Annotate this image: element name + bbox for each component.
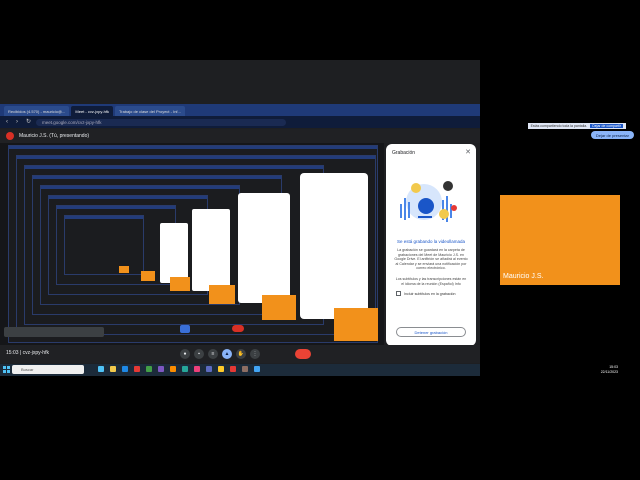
share-notice: Estás compartiendo toda la pantalla. Dej… — [527, 123, 626, 129]
camera-icon[interactable]: ▪ — [194, 349, 204, 359]
stop-presenting-button[interactable]: Dejar de presentar — [590, 131, 634, 139]
nested-participant-tile — [209, 285, 235, 304]
address-bar: ‹ › ↻ meet.google.com/cvz-jxpy-hfk — [0, 116, 480, 128]
recursive-screen-share — [0, 143, 384, 345]
more-options-icon[interactable]: ⋮ — [250, 349, 260, 359]
nested-dialog — [238, 193, 290, 303]
reload-icon[interactable]: ↻ — [26, 119, 32, 125]
recording-dialog: Grabación ✕ Se está grabando la videolla… — [386, 144, 476, 346]
back-icon[interactable]: ‹ — [6, 119, 12, 125]
stop-recording-button[interactable]: Detener grabación — [396, 327, 466, 337]
meeting-code: 15:03 | cvz-jxpy-hfk — [6, 350, 49, 356]
captions-checkbox[interactable] — [396, 291, 401, 296]
nested-share-button — [180, 325, 190, 333]
app-icon[interactable] — [254, 366, 260, 372]
system-clock[interactable]: 15:03 22/11/2023 — [601, 365, 618, 374]
raise-hand-icon[interactable]: ✋ — [236, 349, 246, 359]
meet-header: Mauricio J.S. (Tú, presentando) — [0, 129, 480, 143]
windows-start-icon[interactable] — [3, 366, 10, 373]
nested-participant-tile — [262, 295, 296, 320]
captions-checkbox-row[interactable]: Incluir subtítulos en la grabación — [396, 291, 456, 296]
presenter-label: Mauricio J.S. (Tú, presentando) — [19, 133, 90, 139]
tab-gmail[interactable]: Recibidos (4.570) - mauricio@... — [4, 106, 70, 116]
app-icon[interactable] — [170, 366, 176, 372]
nested-participant-tile — [334, 308, 378, 341]
clock-date: 22/11/2023 — [600, 369, 618, 374]
end-call-button[interactable] — [295, 349, 311, 359]
app-icon[interactable] — [242, 366, 248, 372]
dialog-title: Grabación — [392, 150, 416, 156]
participant-name: Mauricio J.S. — [503, 273, 544, 280]
app-icon[interactable] — [182, 366, 188, 372]
taskbar-search[interactable]: Buscar — [12, 365, 84, 374]
nested-dialog — [160, 223, 188, 283]
nested-participant-tile — [141, 271, 155, 281]
present-icon[interactable]: ▲ — [222, 349, 232, 359]
teams-icon[interactable] — [158, 366, 164, 372]
captions-icon[interactable]: ≡ — [208, 349, 218, 359]
app-icon[interactable] — [194, 366, 200, 372]
file-explorer-icon[interactable] — [110, 366, 116, 372]
participant-tile[interactable] — [500, 195, 620, 285]
forward-icon[interactable]: › — [16, 119, 22, 125]
nested-frame — [64, 215, 144, 275]
close-icon[interactable]: ✕ — [465, 148, 471, 156]
tab-classroom[interactable]: Trabajo de clase del Proyect - Inf... — [114, 106, 185, 116]
meet-window: Recibidos (4.570) - mauricio@... Meet - … — [0, 0, 640, 480]
nested-notification — [4, 327, 104, 337]
app-icon[interactable] — [218, 366, 224, 372]
tab-meet[interactable]: Meet - cvz-jxpy-hfk — [71, 106, 113, 116]
chrome-icon[interactable] — [146, 366, 152, 372]
nested-participant-tile — [119, 266, 129, 273]
dialog-body-subtitles: Los subtítulos y las transcripciones est… — [395, 277, 467, 286]
task-view-icon[interactable] — [98, 366, 104, 372]
url-field[interactable]: meet.google.com/cvz-jxpy-hfk — [36, 118, 286, 126]
record-icon — [6, 132, 14, 140]
nested-dialog — [300, 173, 368, 319]
edge-icon[interactable] — [122, 366, 128, 372]
share-notice-text: Estás compartiendo toda la pantalla. — [530, 124, 588, 128]
nested-dialog — [192, 209, 230, 291]
stop-sharing-button[interactable]: Dejar de compartir — [590, 124, 623, 128]
office-icon[interactable] — [134, 366, 140, 372]
mic-icon[interactable]: ● — [180, 349, 190, 359]
dialog-heading: Se está grabando la videollamada — [396, 239, 466, 244]
nested-participant-tile — [170, 277, 190, 291]
dialog-body: La grabación se guardará en la carpeta d… — [394, 248, 468, 271]
app-icon[interactable] — [230, 366, 236, 372]
captions-checkbox-label: Incluir subtítulos en la grabación — [404, 291, 456, 296]
nested-end-call — [232, 325, 244, 332]
recording-illustration — [400, 181, 457, 222]
app-icon[interactable] — [206, 366, 212, 372]
